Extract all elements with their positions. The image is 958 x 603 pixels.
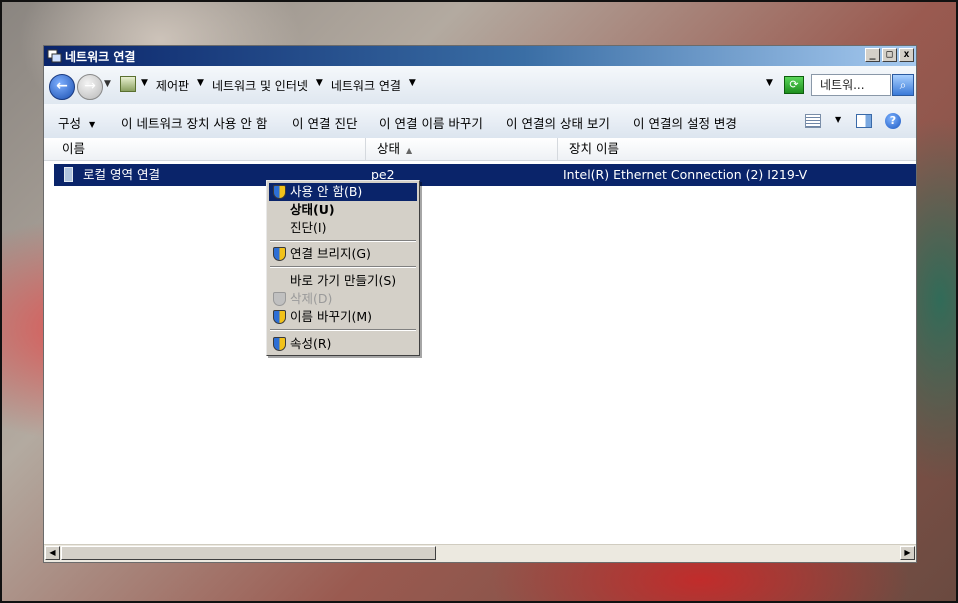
help-icon[interactable]: ? [885,113,901,129]
desktop-background: { "window": { "title": "네트워크 연결", "contr… [0,0,958,603]
network-connections-window: 네트워크 연결 _ □ x ← → ▼ ▼ 제어판 ▼ 네트워크 및 인터넷 ▼… [43,45,917,563]
breadcrumb-item-control-panel[interactable]: 제어판 [156,77,189,94]
view-status-button[interactable]: 이 연결의 상태 보기 [506,113,610,132]
chevron-down-icon: ▼ [89,120,96,129]
menu-item-delete[interactable]: 삭제(D) [269,290,417,308]
menu-item-label: 사용 안 함(B) [290,184,363,199]
column-device-name[interactable]: 장치 이름 [558,138,918,160]
connection-device: Intel(R) Ethernet Connection (2) I219-V [563,167,808,182]
uac-shield-icon [273,247,286,261]
chevron-down-icon[interactable]: ▼ [409,78,416,95]
menu-item-label: 바로 가기 만들기(S) [290,273,397,288]
uac-shield-icon [273,292,286,306]
menu-item-disable[interactable]: 사용 안 함(B) [269,183,417,201]
recent-pages-dropdown-icon[interactable]: ▼ [104,79,111,89]
menu-item-label: 진단(I) [290,220,327,235]
table-row[interactable]: 로컬 영역 연결 pe2 Intel(R) Ethernet Connectio… [54,164,916,186]
menu-separator [270,240,416,242]
menu-item-status[interactable]: 상태(U) [269,201,417,219]
column-status[interactable]: 상태 ▲ [366,138,558,160]
chevron-down-icon[interactable]: ▼ [316,78,323,95]
title-bar[interactable]: 네트워크 연결 _ □ x [44,46,916,66]
menu-item-label: 상태(U) [290,202,335,217]
menu-item-diagnose[interactable]: 진단(I) [269,219,417,237]
menu-separator [270,329,416,331]
network-folder-icon [47,48,62,63]
organize-label: 구성 [58,116,82,131]
menu-item-label: 삭제(D) [290,291,333,306]
organize-button[interactable]: 구성 ▼ [58,113,95,132]
search-input[interactable]: 네트워... [811,74,891,96]
column-device-name-label: 장치 이름 [569,141,619,156]
command-bar: 구성 ▼ 이 네트워크 장치 사용 안 함 이 연결 진단 이 연결 이름 바꾸기… [44,104,916,139]
scroll-thumb[interactable] [61,546,436,560]
scroll-left-icon[interactable]: ◀ [45,546,60,560]
uac-shield-icon [273,185,286,199]
menu-item-label: 연결 브리지(G) [290,246,371,261]
breadcrumb-item-network-connections[interactable]: 네트워크 연결 [331,77,401,94]
minimize-button[interactable]: _ [865,48,880,62]
menu-item-bridge[interactable]: 연결 브리지(G) [269,245,417,263]
sort-ascending-icon: ▲ [406,146,413,155]
search-icon[interactable]: ⌕ [892,74,914,96]
diagnose-button[interactable]: 이 연결 진단 [292,113,357,132]
maximize-button[interactable]: □ [882,48,897,62]
refresh-icon[interactable]: ⟳ [784,76,804,94]
scroll-right-icon[interactable]: ▶ [900,546,915,560]
menu-item-properties[interactable]: 속성(R) [269,335,417,353]
breadcrumb-item-network-internet[interactable]: 네트워크 및 인터넷 [212,77,308,94]
forward-arrow-icon[interactable]: → [77,74,103,100]
change-settings-button[interactable]: 이 연결의 설정 변경 [633,113,737,132]
uac-shield-icon [273,337,286,351]
breadcrumb: ▼ 제어판 ▼ 네트워크 및 인터넷 ▼ 네트워크 연결 ▼ [141,77,416,94]
column-header: 이름 상태 ▲ 장치 이름 [44,138,916,161]
column-name[interactable]: 이름 [51,138,366,160]
column-name-label: 이름 [62,141,86,156]
control-panel-icon[interactable] [120,76,136,92]
menu-item-label: 이름 바꾸기(M) [290,309,373,324]
column-status-label: 상태 [377,141,401,156]
context-menu: 사용 안 함(B) 상태(U) 진단(I) 연결 브리지(G) 바로 가기 만들… [266,180,420,356]
disable-device-button[interactable]: 이 네트워크 장치 사용 안 함 [121,113,267,132]
horizontal-scrollbar[interactable]: ◀ ▶ [44,544,916,562]
chevron-down-icon[interactable]: ▼ [835,115,841,124]
network-adapter-icon [64,167,73,182]
preview-pane-icon[interactable] [856,114,872,128]
address-history-dropdown-icon[interactable]: ▼ [766,78,773,88]
address-bar: ← → ▼ ▼ 제어판 ▼ 네트워크 및 인터넷 ▼ 네트워크 연결 ▼ ▼ ⟳… [44,66,916,105]
menu-item-create-shortcut[interactable]: 바로 가기 만들기(S) [269,272,417,290]
back-arrow-icon[interactable]: ← [49,74,75,100]
close-button[interactable]: x [899,48,914,62]
chevron-down-icon[interactable]: ▼ [197,78,204,95]
menu-item-label: 속성(R) [290,336,332,351]
rename-button[interactable]: 이 연결 이름 바꾸기 [379,113,483,132]
window-title: 네트워크 연결 [65,50,136,64]
menu-separator [270,266,416,268]
chevron-down-icon[interactable]: ▼ [141,78,148,95]
connection-name: 로컬 영역 연결 [83,167,160,182]
menu-item-rename[interactable]: 이름 바꾸기(M) [269,308,417,326]
view-options-icon[interactable] [805,114,821,128]
uac-shield-icon [273,310,286,324]
